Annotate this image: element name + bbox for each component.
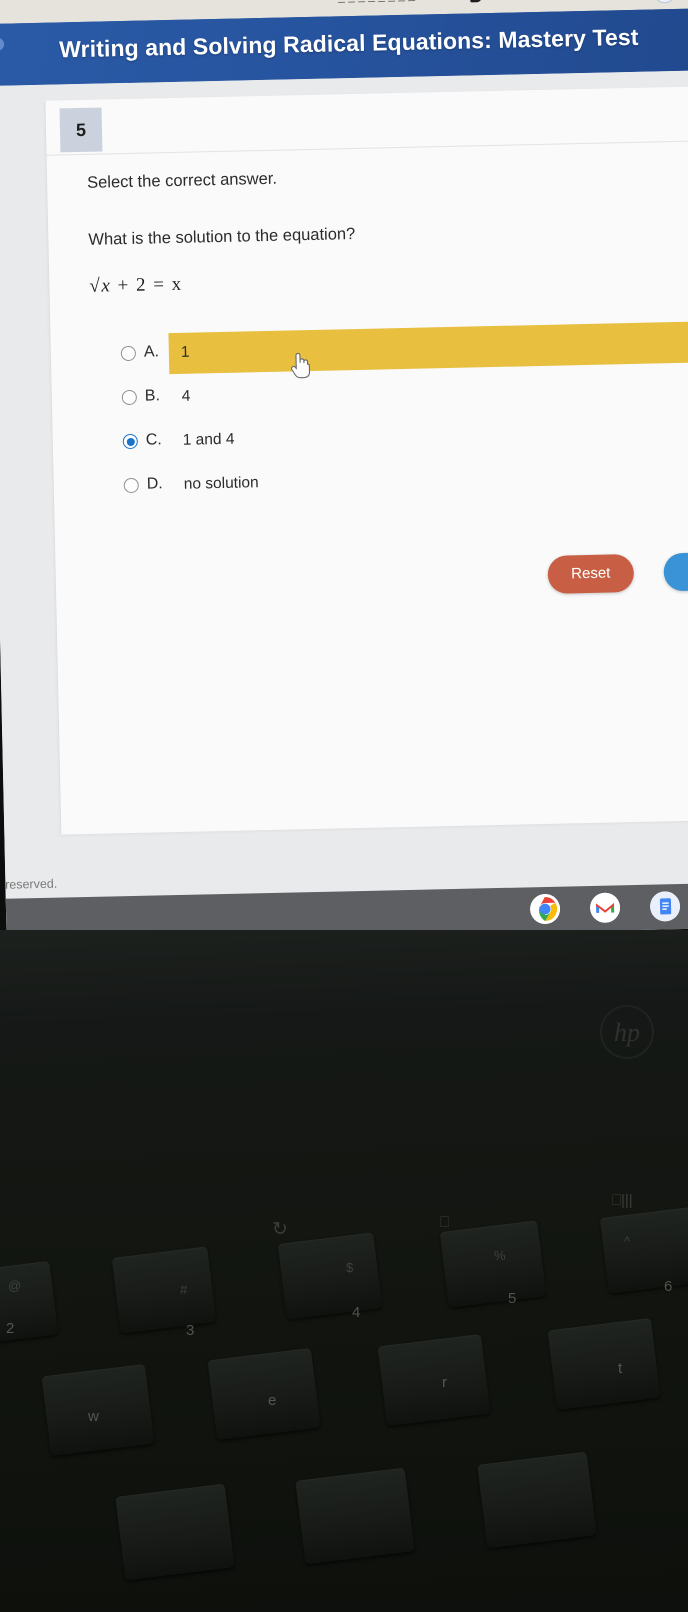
- option-a-highlight-bar: [168, 319, 688, 375]
- key-bottom-2[interactable]: [295, 1467, 415, 1565]
- option-b-text: 4: [181, 387, 191, 405]
- key-6-label: 6: [664, 1278, 673, 1295]
- option-b-letter: B.: [144, 387, 161, 405]
- key-3-label: 3: [186, 1322, 195, 1339]
- document-icon: [469, 0, 483, 3]
- radio-option-b[interactable]: [121, 389, 137, 406]
- window-icon: ⎕: [440, 1214, 450, 1231]
- copyright-text: s reserved.: [0, 876, 58, 893]
- option-a-letter: A.: [143, 343, 160, 361]
- equation-remainder: + 2 = x: [117, 273, 183, 297]
- header-left-marker: [0, 37, 5, 51]
- key-t[interactable]: [547, 1317, 661, 1411]
- chrome-icon[interactable]: [529, 893, 561, 925]
- display-icon: ⎕|||: [612, 1192, 633, 1209]
- key-e[interactable]: [207, 1347, 321, 1441]
- question-card: 5 Select the correct answer. What is the…: [44, 85, 688, 835]
- radio-option-a[interactable]: [120, 345, 137, 362]
- question-prompt: What is the solution to the equation?: [88, 225, 356, 249]
- key-w-label: w: [88, 1408, 99, 1425]
- key-t-label: t: [618, 1360, 623, 1377]
- key-3-shift-label: #: [180, 1282, 188, 1297]
- option-c-letter: C.: [145, 431, 162, 449]
- option-a-text: 1: [180, 343, 190, 361]
- laptop-body: hp ↻ ⎕ ⎕||| @ 2 # 3 $ 4 % 5 ^ 6 w e r t: [0, 930, 688, 1612]
- page-title: Writing and Solving Radical Equations: M…: [58, 23, 639, 63]
- equation-radicand: x: [101, 275, 112, 297]
- question-number-badge: 5: [59, 107, 103, 153]
- key-4-shift-label: $: [346, 1260, 354, 1275]
- option-d-letter: D.: [146, 475, 163, 493]
- key-bottom-1[interactable]: [115, 1483, 235, 1581]
- key-4[interactable]: [277, 1232, 383, 1320]
- radio-option-c[interactable]: [122, 433, 138, 450]
- key-r[interactable]: [377, 1333, 491, 1427]
- next-button[interactable]: [663, 551, 688, 592]
- option-d-text: no solution: [183, 474, 259, 493]
- key-5[interactable]: [439, 1220, 547, 1308]
- gmail-icon[interactable]: [589, 892, 621, 924]
- radical-sign: √: [89, 275, 102, 297]
- pointing-hand-cursor: [290, 352, 311, 379]
- hp-logo-icon: hp: [600, 1005, 654, 1059]
- key-3[interactable]: [111, 1246, 217, 1334]
- photo-of-laptop-screen: _ _ _ _ _ _ _ _ ... DOL: Child Labor F..…: [0, 0, 688, 1612]
- key-6[interactable]: [599, 1206, 688, 1294]
- key-bottom-3[interactable]: [477, 1451, 597, 1549]
- key-r-label: r: [442, 1374, 447, 1391]
- browser-tab-partial[interactable]: _ _ _ _ _ _ _ _ ...: [338, 0, 428, 3]
- question-equation: √x + 2 = x: [89, 274, 183, 298]
- google-docs-icon[interactable]: [649, 891, 681, 922]
- key-6-shift-label: ^: [624, 1234, 631, 1249]
- answer-options-list: A. 1 B. 4 C. 1 and 4 D. no solution: [116, 319, 688, 510]
- w-extension-icon[interactable]: W: [653, 0, 676, 4]
- reset-button[interactable]: Reset: [547, 554, 635, 594]
- refresh-icon: ↻: [272, 1219, 288, 1240]
- card-divider: [46, 139, 688, 156]
- key-2-shift-label: @: [8, 1278, 22, 1293]
- key-e-label: e: [268, 1392, 277, 1409]
- key-4-label: 4: [352, 1304, 361, 1321]
- question-instruction: Select the correct answer.: [86, 169, 278, 192]
- key-5-label: 5: [508, 1290, 517, 1307]
- option-c-text: 1 and 4: [182, 430, 235, 449]
- key-5-shift-label: %: [494, 1248, 506, 1263]
- radio-option-d[interactable]: [123, 477, 139, 494]
- screen-area: _ _ _ _ _ _ _ _ ... DOL: Child Labor F..…: [0, 0, 688, 944]
- key-2-label: 2: [6, 1320, 15, 1337]
